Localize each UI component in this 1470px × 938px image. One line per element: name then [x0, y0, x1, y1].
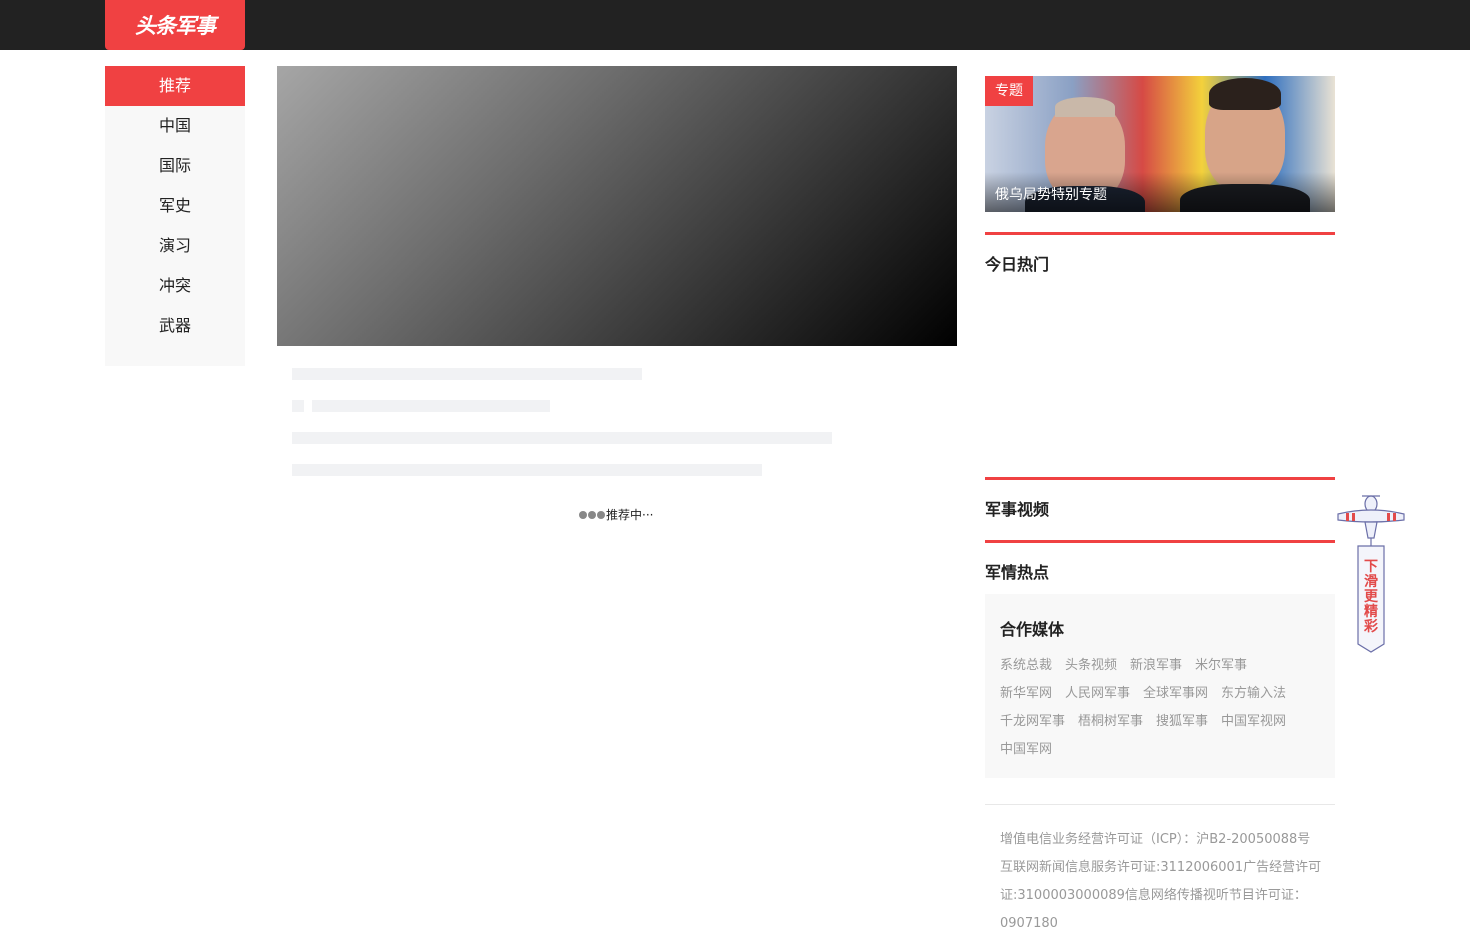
nav-item-military-history[interactable]: 军史 [105, 186, 245, 226]
military-video-section: 军事视频 [985, 477, 1335, 520]
section-title-hot-today[interactable]: 今日热门 [985, 251, 1335, 275]
section-title-military-video[interactable]: 军事视频 [985, 496, 1335, 520]
nav-item-exercise[interactable]: 演习 [105, 226, 245, 266]
military-hot-section: 军情热点 [985, 540, 1335, 583]
partner-link[interactable]: 全球军事网 [1143, 680, 1208, 708]
partner-link[interactable]: 搜狐军事 [1156, 708, 1208, 736]
nav-item-conflict[interactable]: 冲突 [105, 266, 245, 306]
skeleton-line [292, 464, 762, 476]
hot-today-section: 今日热门 [985, 232, 1335, 275]
partner-link[interactable]: 新华军网 [1000, 680, 1052, 708]
topic-title: 俄乌局势特别专题 [995, 187, 1107, 203]
skeleton-line [292, 368, 642, 380]
license-info: 增值电信业务经营许可证（ICP）：沪B2-20050088号互联网新闻信息服务许… [1000, 832, 1322, 931]
logo-text: 头条军事 [135, 14, 216, 38]
section-title-military-hot[interactable]: 军情热点 [985, 559, 1335, 583]
skeleton-line [292, 432, 832, 444]
partner-link[interactable]: 东方输入法 [1221, 680, 1286, 708]
loading-indicator: 推荐中··· [579, 506, 653, 523]
partner-link[interactable]: 人民网军事 [1065, 680, 1130, 708]
loading-dot [597, 510, 605, 519]
skeleton-line [292, 400, 304, 412]
partner-link[interactable]: 系统总裁 [1000, 652, 1052, 680]
hero-banner[interactable] [277, 66, 957, 346]
topic-tag: 专题 [985, 76, 1033, 106]
nav-item-china[interactable]: 中国 [105, 106, 245, 146]
nav-item-international[interactable]: 国际 [105, 146, 245, 186]
banner-text: 下滑更精彩 [1364, 559, 1378, 635]
site-logo[interactable]: 头条军事 [105, 0, 245, 50]
partner-media-title: 合作媒体 [1000, 620, 1065, 639]
skeleton-line [312, 400, 550, 412]
partner-link[interactable]: 米尔军事 [1195, 652, 1247, 680]
partner-link[interactable]: 头条视频 [1065, 652, 1117, 680]
loading-text: 推荐中··· [606, 508, 654, 522]
partner-link[interactable]: 中国军网 [1000, 736, 1052, 764]
partner-media: 合作媒体 系统总裁 头条视频 新浪军事 米尔军事 新华军网 人民网军事 全球军事… [985, 594, 1335, 778]
nav-item-weapons[interactable]: 武器 [105, 306, 245, 346]
category-nav: 推荐 中国 国际 军史 演习 冲突 武器 [105, 66, 245, 366]
partner-link[interactable]: 新浪军事 [1130, 652, 1182, 680]
nav-item-recommend[interactable]: 推荐 [105, 66, 245, 106]
partner-links: 系统总裁 头条视频 新浪军事 米尔军事 新华军网 人民网军事 全球军事网 东方输… [1000, 652, 1320, 764]
partner-link[interactable]: 中国军视网 [1221, 708, 1286, 736]
loading-dot [579, 510, 587, 519]
scroll-down-banner[interactable]: 下滑更精彩 [1336, 494, 1406, 656]
topic-card[interactable]: 专题 俄乌局势特别专题 [985, 76, 1335, 212]
partner-link[interactable]: 梧桐树军事 [1078, 708, 1143, 736]
partner-link[interactable]: 千龙网军事 [1000, 708, 1065, 736]
footer-divider [985, 804, 1335, 805]
loading-dot [588, 510, 596, 519]
